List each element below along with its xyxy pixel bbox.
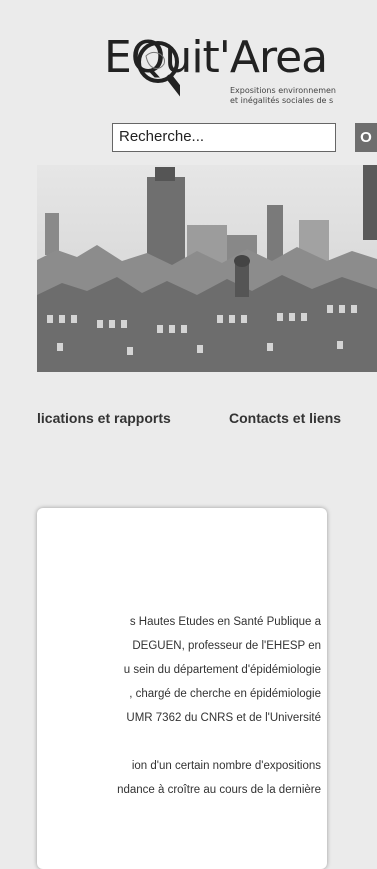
- search-button[interactable]: O: [355, 123, 377, 152]
- paragraph-line: ndance à croître au cours de la dernière: [117, 784, 321, 796]
- site-logo[interactable]: EQuit'Area Expositions environnemen et i…: [100, 28, 377, 108]
- search-input[interactable]: Recherche...: [112, 123, 336, 152]
- city-banner-image: [37, 165, 377, 372]
- paragraph-line: s Hautes Etudes en Santé Publique a: [129, 616, 321, 628]
- nav-item-publications[interactable]: lications et rapports: [37, 410, 171, 426]
- paragraph-line: , chargé de cherche en épidémiologie: [129, 688, 321, 700]
- paragraph-line: DEGUEN, professeur de l'EHESP en: [132, 640, 321, 652]
- paragraph-line: ion d'un certain nombre d'expositions: [131, 760, 321, 772]
- nav-item-contacts[interactable]: Contacts et liens: [229, 410, 341, 426]
- magnifier-icon: [137, 41, 180, 97]
- paragraph-line: u sein du département d'épidémiologie: [123, 664, 321, 676]
- logo-subtitle-line1: Expositions environnemen: [230, 86, 336, 95]
- logo-subtitle-line2: et inégalités sociales de s: [230, 96, 334, 105]
- content-card: s Hautes Etudes en Santé Publique a DEGU…: [37, 508, 327, 869]
- paragraph-line: UMR 7362 du CNRS et de l'Université: [126, 712, 321, 724]
